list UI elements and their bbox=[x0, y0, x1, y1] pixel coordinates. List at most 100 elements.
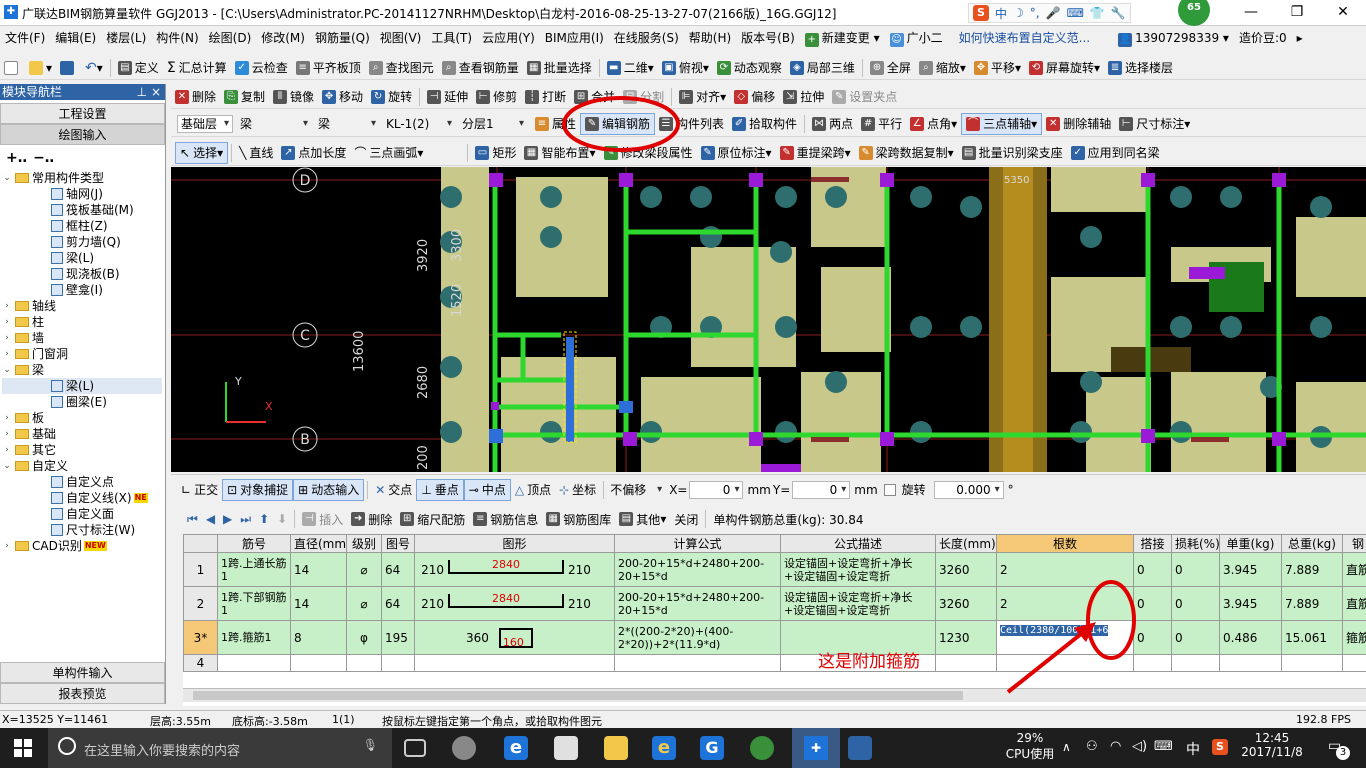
tool-trim[interactable]: ⊢ 修剪 bbox=[472, 86, 521, 108]
skin-icon[interactable]: 👕 bbox=[1090, 6, 1105, 20]
cell-more[interactable]: 直筋 bbox=[1342, 586, 1366, 621]
col-header-bar-no[interactable]: 筋号 bbox=[217, 534, 291, 553]
prev-record-button[interactable]: ◀ bbox=[202, 508, 219, 530]
move-down-button[interactable]: ⬇ bbox=[273, 508, 291, 530]
cell-bar-no[interactable] bbox=[217, 654, 291, 672]
cell-total-weight[interactable]: 15.061 bbox=[1281, 620, 1343, 655]
ime-mode[interactable]: 中 bbox=[995, 5, 1007, 22]
col-header-length[interactable]: 长度(mm) bbox=[935, 534, 997, 553]
menu-tools[interactable]: 工具(T) bbox=[426, 27, 477, 49]
move-up-button[interactable]: ⬆ bbox=[255, 508, 273, 530]
tool-copy[interactable]: ⎘ 复制 bbox=[220, 86, 269, 108]
member-select[interactable]: KL-1(2) bbox=[383, 115, 455, 133]
cell-length[interactable] bbox=[935, 654, 997, 672]
tree-node[interactable]: › 基础 bbox=[2, 426, 162, 442]
layer-select[interactable]: 分层1 bbox=[459, 115, 527, 133]
cell-more[interactable] bbox=[1342, 654, 1366, 672]
tree-node[interactable]: › 墙 bbox=[2, 330, 162, 346]
cell-unit-weight[interactable]: 3.945 bbox=[1219, 552, 1282, 587]
tree-node[interactable]: › CAD识别 NEW bbox=[2, 538, 162, 554]
task-view-icon[interactable] bbox=[404, 739, 426, 757]
cell-shape[interactable]: 210 2840 210 bbox=[414, 586, 615, 621]
menu-help[interactable]: 帮助(H) bbox=[684, 27, 736, 49]
keyboard-icon[interactable]: ⌨ bbox=[1067, 6, 1084, 20]
cell-formula[interactable]: 2*((200-2*20)+(400-2*20))+2*(11.9*d) bbox=[614, 620, 781, 655]
tree-node[interactable]: 尺寸标注(W) bbox=[2, 522, 162, 538]
snap-coordinate[interactable]: ⊹ 坐标 bbox=[555, 479, 600, 501]
tool-apply-same-name[interactable]: ✓ 应用到同名梁 bbox=[1067, 142, 1164, 164]
col-header-fig-no[interactable]: 图号 bbox=[381, 534, 415, 553]
menu-assistant[interactable]: ☺ 广小二 bbox=[885, 27, 948, 49]
ime-indicator[interactable]: 中 bbox=[1186, 739, 1200, 759]
tools-icon[interactable]: 🔧 bbox=[1111, 6, 1126, 20]
col-header-unit-weight[interactable]: 单重(kg) bbox=[1219, 534, 1282, 553]
keyboard-icon[interactable]: ⌨ bbox=[1154, 739, 1173, 754]
expand-all-icon[interactable]: +‥ bbox=[6, 150, 27, 166]
row-number[interactable]: 3* bbox=[183, 620, 218, 655]
tool-pan[interactable]: ✥ 平移 ▾ bbox=[970, 57, 1025, 79]
cell-diameter[interactable]: 14 bbox=[290, 586, 347, 621]
cell-grade[interactable]: ⌀ bbox=[346, 552, 382, 587]
tree-node[interactable]: ⌄ 常用构件类型 bbox=[2, 170, 162, 186]
col-header-formula[interactable]: 计算公式 bbox=[614, 534, 781, 553]
tree-node[interactable]: 自定义线(X) NE bbox=[2, 490, 162, 506]
cell-formula[interactable]: 200-20+15*d+2480+200-20+15*d bbox=[614, 586, 781, 621]
tree-node[interactable]: 梁(L) bbox=[2, 378, 162, 394]
cell-loss[interactable]: 0 bbox=[1171, 552, 1220, 587]
tree-node[interactable]: 圈梁(E) bbox=[2, 394, 162, 410]
sogou-tray-icon[interactable]: S bbox=[1212, 739, 1228, 755]
tool-cloud-check[interactable]: ✓ 云检查 bbox=[231, 57, 292, 79]
project-settings-button[interactable]: 工程设置 bbox=[0, 103, 165, 124]
save-button[interactable] bbox=[56, 57, 81, 79]
snap-midpoint[interactable]: ⊸ 中点 bbox=[463, 478, 511, 501]
expand-icon[interactable]: › bbox=[2, 426, 12, 442]
cell-diameter[interactable]: 14 bbox=[290, 552, 347, 587]
tool-offset[interactable]: ◇ 偏移 bbox=[730, 86, 779, 108]
col-header-formula-desc[interactable]: 公式描述 bbox=[780, 534, 936, 553]
cell-bar-no[interactable]: 1跨.下部钢筋1 bbox=[217, 586, 291, 621]
report-preview-button[interactable]: 报表预览 bbox=[0, 683, 165, 704]
col-header-more[interactable]: 钢 bbox=[1342, 534, 1366, 553]
expand-icon[interactable]: › bbox=[2, 346, 12, 362]
tray-up-icon[interactable]: ∧ bbox=[1062, 740, 1071, 754]
menu-online[interactable]: 在线服务(S) bbox=[609, 27, 684, 49]
collapse-icon[interactable]: ⌄ bbox=[2, 170, 12, 186]
table-row[interactable]: 1 1跨.上通长筋1 14 ⌀ 64 210 2840 210 200-20+1… bbox=[183, 552, 1366, 587]
table-row[interactable]: 4 bbox=[183, 654, 1366, 672]
cell-grade[interactable] bbox=[346, 654, 382, 672]
tree-node[interactable]: ⌄ 梁 bbox=[2, 362, 162, 378]
cell-total-weight[interactable]: 7.889 bbox=[1281, 552, 1343, 587]
tool-align[interactable]: ⊫ 对齐 ▾ bbox=[675, 86, 730, 108]
offset-mode-select[interactable]: 不偏移 bbox=[607, 481, 665, 499]
help-link[interactable]: 如何快速布置自定义范... bbox=[954, 27, 1095, 49]
tool-delete-axis[interactable]: ✕ 删除辅轴 bbox=[1042, 113, 1115, 135]
cell-length[interactable]: 3260 bbox=[935, 586, 997, 621]
tool-set-grip[interactable]: ✎ 设置夹点 bbox=[828, 86, 901, 108]
cell-fig-no[interactable]: 64 bbox=[381, 552, 415, 587]
y-input[interactable]: 0 bbox=[792, 480, 851, 499]
menu-version[interactable]: 版本号(B) bbox=[736, 27, 800, 49]
cell-diameter[interactable] bbox=[290, 654, 347, 672]
cell-loss[interactable]: 0 bbox=[1171, 586, 1220, 621]
tool-view-rebar[interactable]: ⌕ 查看钢筋量 bbox=[438, 57, 523, 79]
new-file-button[interactable] bbox=[0, 57, 25, 79]
collapse-icon[interactable]: ⌄ bbox=[2, 362, 12, 378]
cpu-meter[interactable]: 29% CPU使用 bbox=[1000, 731, 1060, 762]
col-header-total-weight[interactable]: 总重(kg) bbox=[1281, 534, 1343, 553]
menu-floor[interactable]: 楼层(L) bbox=[101, 27, 151, 49]
delete-row-button[interactable]: ➜ 删除 bbox=[347, 508, 396, 530]
store-icon[interactable] bbox=[554, 736, 578, 760]
rebar-library-button[interactable]: ▦ 钢筋图库 bbox=[542, 508, 615, 530]
tool-stretch[interactable]: ⇲ 拉伸 bbox=[779, 86, 828, 108]
score-badge[interactable]: 65 bbox=[1178, 0, 1210, 26]
close-icon[interactable]: × bbox=[151, 84, 161, 100]
tree-node[interactable]: › 其它 bbox=[2, 442, 162, 458]
snap-intersection[interactable]: ✕ 交点 bbox=[371, 479, 416, 501]
rotate-checkbox[interactable] bbox=[883, 483, 896, 496]
ggj-active-icon[interactable]: ✚ bbox=[792, 728, 840, 768]
cell-fig-no[interactable]: 195 bbox=[381, 620, 415, 655]
floor-select[interactable]: 基础层 bbox=[177, 114, 233, 133]
tool-pick-member[interactable]: ✐ 拾取构件 bbox=[728, 113, 801, 135]
open-file-button[interactable]: ▾ bbox=[25, 57, 56, 79]
table-h-scrollbar[interactable] bbox=[183, 688, 1366, 702]
